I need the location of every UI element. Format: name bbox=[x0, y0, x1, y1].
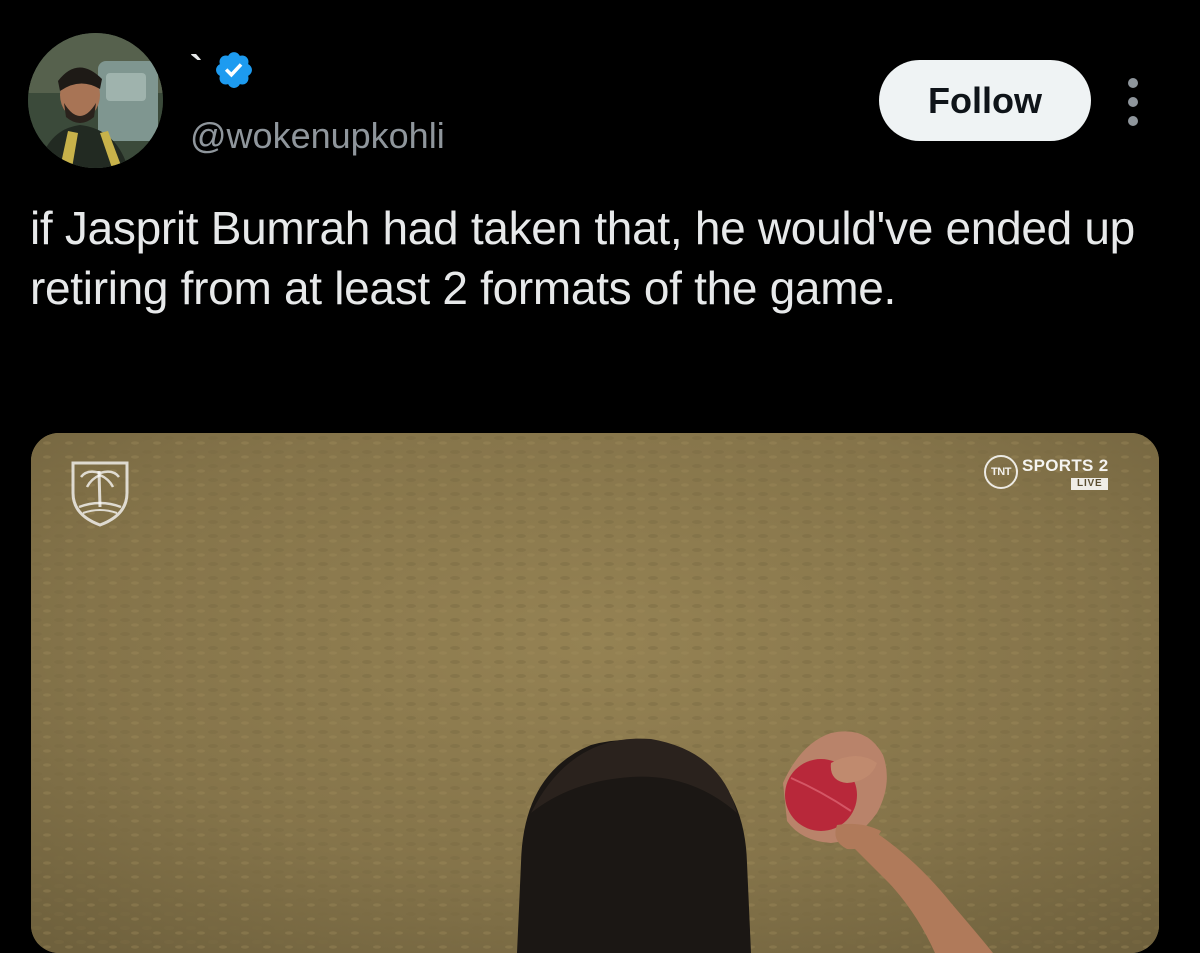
more-dot bbox=[1128, 97, 1138, 107]
tweet-text: if Jasprit Bumrah had taken that, he wou… bbox=[30, 202, 1135, 314]
tnt-badge: TNT bbox=[984, 455, 1018, 489]
tweet-card: ` @wokenupkohli Follow if Jasprit Bumrah… bbox=[0, 0, 1200, 953]
follow-button[interactable]: Follow bbox=[879, 60, 1091, 141]
video-frame bbox=[31, 433, 1159, 953]
more-vertical-icon[interactable] bbox=[1118, 78, 1148, 126]
display-name[interactable]: ` bbox=[190, 50, 203, 90]
more-dot bbox=[1128, 78, 1138, 88]
live-badge: LIVE bbox=[1071, 478, 1109, 490]
user-handle[interactable]: @wokenupkohli bbox=[190, 114, 445, 158]
display-name-row[interactable]: ` bbox=[190, 50, 255, 90]
tweet-media-video[interactable]: TNT SPORTS 2 LIVE bbox=[31, 433, 1159, 953]
broadcaster-logo: TNT SPORTS 2 LIVE bbox=[984, 455, 1109, 501]
avatar[interactable] bbox=[28, 33, 163, 168]
west-indies-cricket-crest-icon bbox=[69, 457, 131, 527]
more-dot bbox=[1128, 116, 1138, 126]
verified-badge-icon bbox=[213, 49, 255, 91]
avatar-photo bbox=[28, 33, 163, 168]
tnt-channel: SPORTS 2 bbox=[1022, 456, 1109, 475]
